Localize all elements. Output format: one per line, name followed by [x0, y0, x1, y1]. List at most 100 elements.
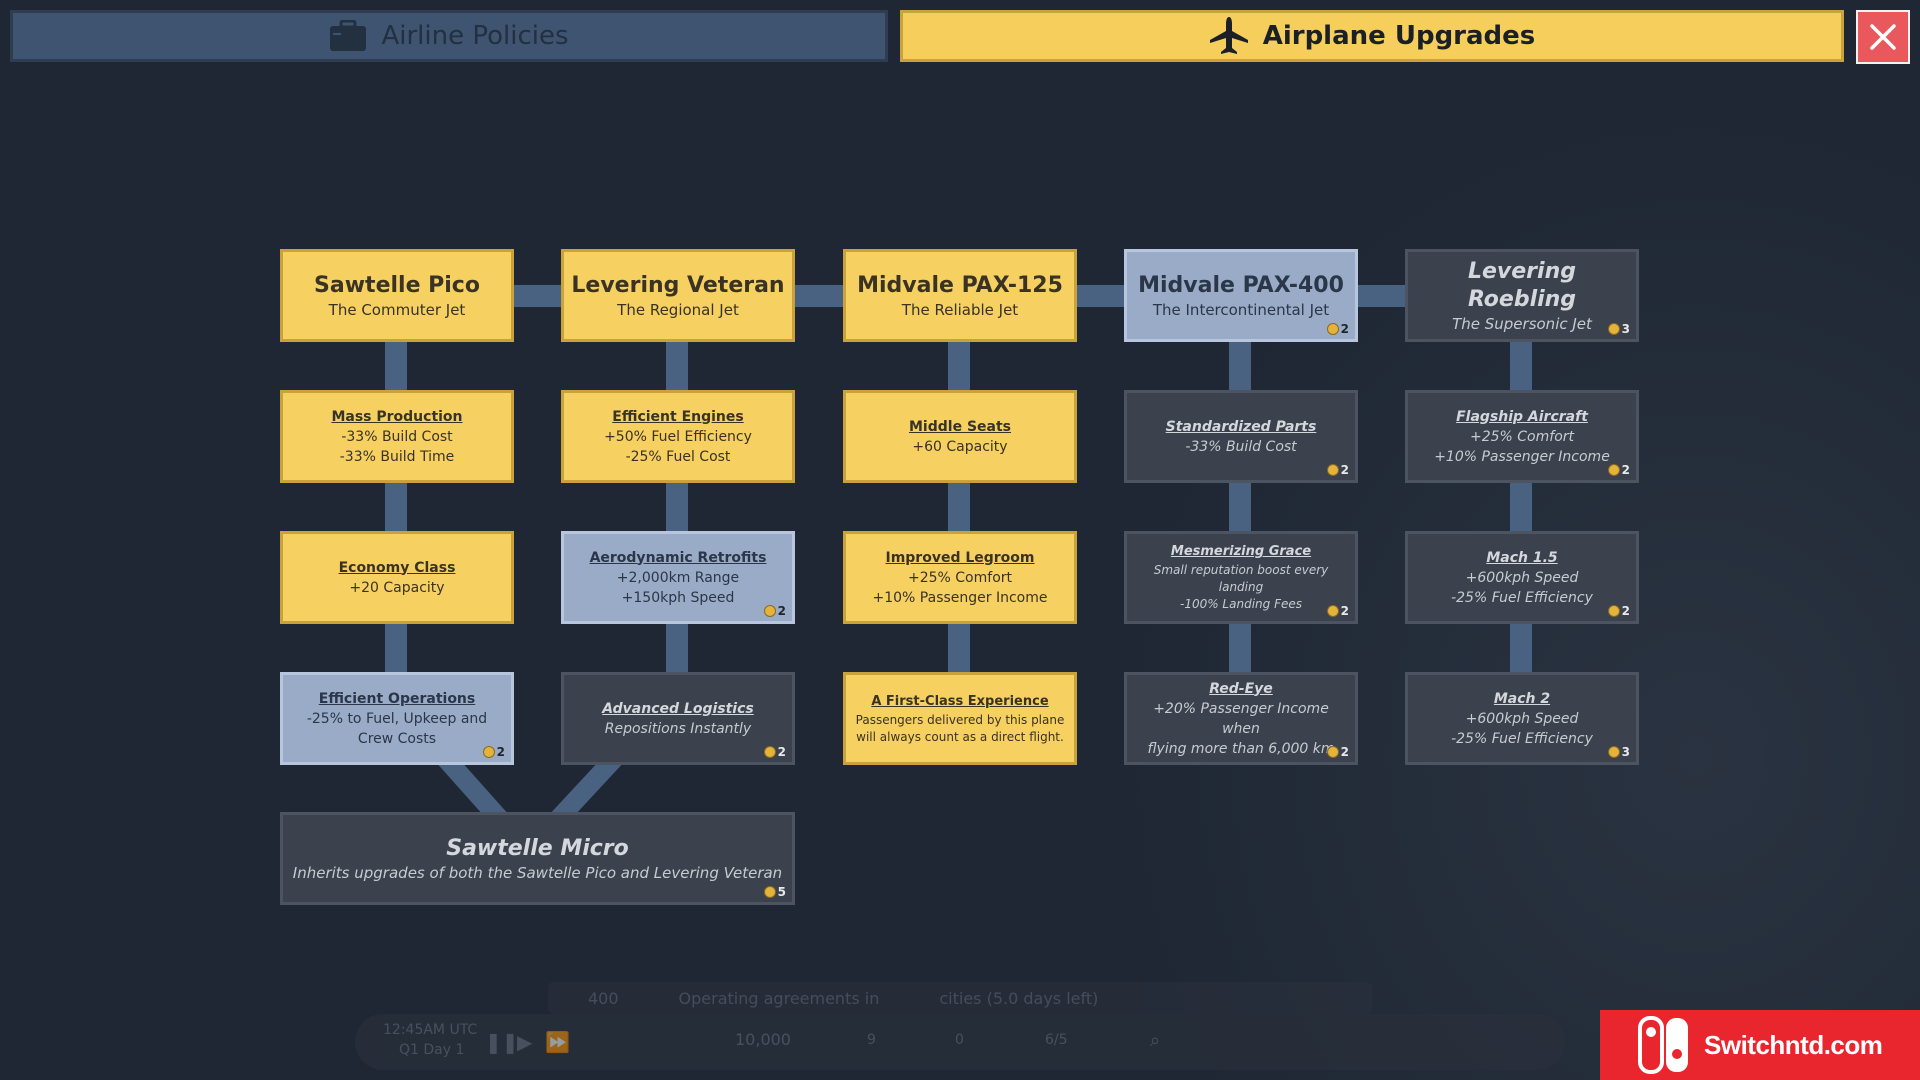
upgrade-middle-seats[interactable]: Middle Seats +60 Capacity — [843, 390, 1077, 483]
cost-value: 2 — [777, 745, 786, 759]
cost-badge: 2 — [763, 745, 786, 759]
upgrade-name: Advanced Logistics — [602, 700, 754, 717]
tab-airline-policies-label: Airline Policies — [381, 21, 569, 51]
cost-badge: 3 — [1607, 322, 1630, 336]
upgrade-improved-legroom[interactable]: Improved Legroom +25% Comfort +10% Passe… — [843, 531, 1077, 624]
cost-value: 3 — [1621, 322, 1630, 336]
upgrade-name: Standardized Parts — [1165, 418, 1317, 435]
fast-forward-icon[interactable]: ⏩ — [545, 1030, 570, 1054]
watermark: Switchntd.com — [1600, 1010, 1920, 1080]
upgrade-mass-production[interactable]: Mass Production -33% Build Cost -33% Bui… — [280, 390, 514, 483]
upgrade-effect: flying more than 6,000 km — [1147, 740, 1335, 757]
cost-badge: 5 — [763, 885, 786, 899]
upgrade-mesmerizing-grace[interactable]: Mesmerizing Grace Small reputation boost… — [1124, 531, 1358, 624]
upgrade-name: Mesmerizing Grace — [1170, 544, 1312, 559]
upgrade-effect: -25% Fuel Cost — [625, 448, 731, 465]
upgrade-advanced-logistics[interactable]: Advanced Logistics Repositions Instantly… — [561, 672, 795, 765]
cost-value: 5 — [777, 885, 786, 899]
coin-icon — [1326, 746, 1339, 758]
switch-logo-icon — [1638, 1016, 1688, 1074]
cost-badge: 2 — [1326, 745, 1349, 759]
upgrade-standardized-parts[interactable]: Standardized Parts -33% Build Cost 2 — [1124, 390, 1358, 483]
upgrade-effect: +10% Passenger Income — [872, 589, 1048, 606]
cost-value: 2 — [777, 604, 786, 618]
clock-day: Q1 Day 1 — [399, 1042, 465, 1058]
airplane-icon — [1209, 17, 1248, 54]
cost-badge: 2 — [763, 604, 786, 618]
watermark-text: Switchntd.com — [1704, 1029, 1883, 1060]
model-name: Sawtelle Micro — [446, 835, 629, 861]
merge-connector — [434, 760, 626, 816]
model-name: Levering Roebling — [1467, 258, 1577, 312]
upgrade-efficient-engines[interactable]: Efficient Engines +50% Fuel Efficiency -… — [561, 390, 795, 483]
upgrade-red-eye[interactable]: Red-Eye +20% Passenger Income when flyin… — [1124, 672, 1358, 765]
model-sawtelle-micro[interactable]: Sawtelle Micro Inherits upgrades of both… — [280, 812, 795, 905]
search-icon[interactable]: ⌕ — [1150, 1030, 1160, 1051]
upgrade-efficient-operations[interactable]: Efficient Operations -25% to Fuel, Upkee… — [280, 672, 514, 765]
upgrade-name: Improved Legroom — [885, 549, 1035, 566]
cost-value: 2 — [1340, 463, 1349, 477]
cost-badge: 2 — [1326, 322, 1349, 336]
coin-icon — [1326, 323, 1339, 335]
connector-h-2 — [795, 285, 845, 307]
upgrade-name: Mach 2 — [1493, 690, 1551, 707]
upgrade-aerodynamic-retrofits[interactable]: Aerodynamic Retrofits +2,000km Range +15… — [561, 531, 795, 624]
connector-h-1 — [513, 285, 563, 307]
upgrade-flagship-aircraft[interactable]: Flagship Aircraft +25% Comfort +10% Pass… — [1405, 390, 1639, 483]
model-name: Sawtelle Pico — [314, 272, 480, 298]
coin-icon — [1326, 464, 1339, 476]
coin-icon — [1607, 746, 1620, 758]
connector-v-2c — [666, 622, 688, 676]
upgrade-first-class-experience[interactable]: A First-Class Experience Passengers deli… — [843, 672, 1077, 765]
upgrade-effect: -100% Landing Fees — [1179, 597, 1302, 611]
connector-v-3b — [948, 481, 970, 535]
upgrade-mach-2[interactable]: Mach 2 +600kph Speed -25% Fuel Efficienc… — [1405, 672, 1639, 765]
model-sawtelle-pico[interactable]: Sawtelle Pico The Commuter Jet — [280, 249, 514, 342]
connector-v-3c — [948, 622, 970, 676]
coin-icon — [1326, 605, 1339, 617]
upgrade-effect: +10% Passenger Income — [1434, 448, 1610, 465]
upgrade-economy-class[interactable]: Economy Class +20 Capacity — [280, 531, 514, 624]
cities-text: cities (5.0 days left) — [939, 988, 1099, 1008]
planes-count: 9 — [867, 1032, 876, 1048]
upgrade-effect: -25% Fuel Efficiency — [1451, 589, 1593, 606]
upgrade-effect: Crew Costs — [357, 730, 437, 747]
notification-bar: 400 Operating agreements in cities (5.0 … — [548, 982, 1372, 1014]
coin-icon — [763, 886, 776, 898]
pause-icon[interactable]: ❚❚ — [485, 1030, 519, 1054]
upgrade-name: Aerodynamic Retrofits — [589, 549, 767, 566]
cost-badge: 3 — [1607, 745, 1630, 759]
connector-v-5c — [1510, 622, 1532, 676]
model-levering-veteran[interactable]: Levering Veteran The Regional Jet — [561, 249, 795, 342]
connector-v-2a — [666, 340, 688, 394]
connector-v-1a — [385, 340, 407, 394]
connector-v-1c — [385, 622, 407, 676]
model-levering-roebling[interactable]: Levering Roebling The Supersonic Jet 3 — [1405, 249, 1639, 342]
cost-badge: 2 — [482, 745, 505, 759]
upgrade-mach-1-5[interactable]: Mach 1.5 +600kph Speed -25% Fuel Efficie… — [1405, 531, 1639, 624]
hangar-count: 6/5 — [1045, 1032, 1068, 1048]
cost-value: 2 — [1621, 604, 1630, 618]
upgrade-name: Efficient Engines — [612, 408, 744, 425]
cost-badge: 2 — [1607, 604, 1630, 618]
coin-icon — [482, 746, 495, 758]
cost-badge: 2 — [1607, 463, 1630, 477]
tab-airline-policies[interactable]: Airline Policies — [10, 10, 888, 62]
cost-value: 2 — [1340, 745, 1349, 759]
upgrade-effect: +50% Fuel Efficiency — [604, 428, 752, 445]
model-midvale-pax-400[interactable]: Midvale PAX-400 The Intercontinental Jet… — [1124, 249, 1358, 342]
model-name: Midvale PAX-400 — [1138, 272, 1344, 298]
connector-v-5a — [1510, 340, 1532, 394]
upgrade-effect: -25% to Fuel, Upkeep and — [306, 710, 488, 727]
connector-h-3 — [1076, 285, 1126, 307]
model-subtitle: The Regional Jet — [617, 300, 739, 319]
close-button[interactable] — [1856, 10, 1910, 64]
upgrade-effect: Small reputation boost every landing — [1153, 563, 1329, 594]
upgrade-effect: +20 Capacity — [349, 579, 445, 596]
upgrade-effect: +2,000km Range — [616, 569, 740, 586]
model-midvale-pax-125[interactable]: Midvale PAX-125 The Reliable Jet — [843, 249, 1077, 342]
tab-airplane-upgrades[interactable]: Airplane Upgrades — [900, 10, 1844, 62]
play-icon[interactable]: ▶ — [517, 1030, 532, 1054]
model-name: Levering Veteran — [571, 272, 785, 298]
coin-icon — [763, 746, 776, 758]
